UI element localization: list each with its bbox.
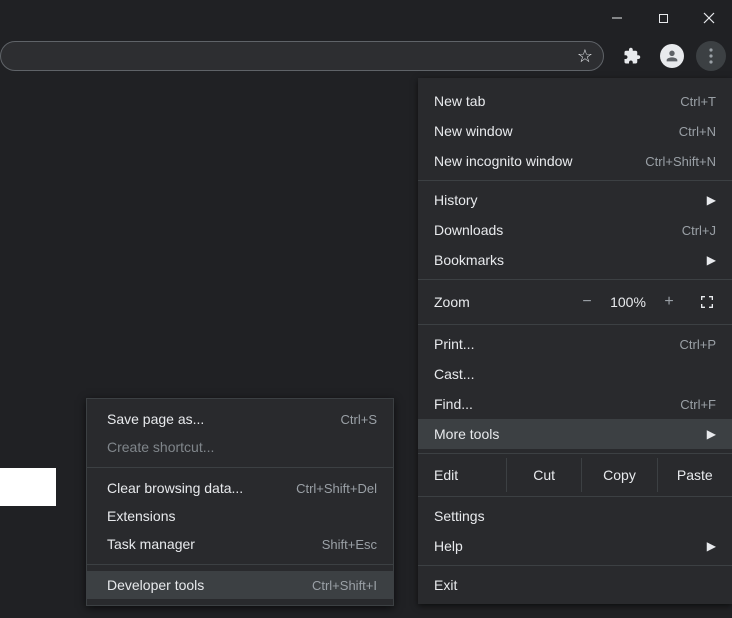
menu-item-label: Print... (434, 336, 474, 352)
menu-item-label: Exit (434, 577, 457, 593)
menu-print[interactable]: Print... Ctrl+P (418, 329, 732, 359)
menu-find[interactable]: Find... Ctrl+F (418, 389, 732, 419)
menu-more-tools[interactable]: More tools ▶ (418, 419, 732, 449)
menu-item-shortcut: Ctrl+N (679, 124, 716, 139)
menu-exit[interactable]: Exit (418, 570, 732, 600)
menu-new-incognito[interactable]: New incognito window Ctrl+Shift+N (418, 146, 732, 176)
menu-zoom: Zoom − 100% + (418, 284, 732, 320)
zoom-in-button[interactable]: + (652, 287, 686, 317)
zoom-percentage: 100% (604, 294, 652, 310)
submenu-arrow-icon: ▶ (707, 253, 716, 267)
main-menu-button[interactable] (696, 41, 726, 71)
submenu-item-label: Clear browsing data... (107, 480, 243, 496)
menu-item-label: Find... (434, 396, 473, 412)
zoom-out-button[interactable]: − (570, 287, 604, 317)
menu-settings[interactable]: Settings (418, 501, 732, 531)
menu-item-label: Help (434, 538, 463, 554)
submenu-item-shortcut: Ctrl+S (341, 412, 377, 427)
menu-item-shortcut: Ctrl+J (682, 223, 716, 238)
menu-downloads[interactable]: Downloads Ctrl+J (418, 215, 732, 245)
minimize-button[interactable] (594, 0, 640, 36)
menu-cast[interactable]: Cast... (418, 359, 732, 389)
submenu-item-label: Create shortcut... (107, 439, 214, 455)
submenu-item-shortcut: Ctrl+Shift+I (312, 578, 377, 593)
white-decoration (0, 468, 56, 506)
avatar-icon (660, 44, 684, 68)
close-icon (703, 12, 715, 24)
maximize-icon (658, 13, 669, 24)
submenu-arrow-icon: ▶ (707, 193, 716, 207)
minimize-icon (611, 12, 623, 24)
close-button[interactable] (686, 0, 732, 36)
browser-toolbar: ☆ (0, 36, 732, 76)
submenu-arrow-icon: ▶ (707, 539, 716, 553)
submenu-save-page[interactable]: Save page as... Ctrl+S (87, 405, 393, 433)
fullscreen-icon (699, 294, 715, 310)
kebab-icon (709, 48, 713, 64)
submenu-item-label: Save page as... (107, 411, 204, 427)
star-icon[interactable]: ☆ (577, 46, 593, 67)
menu-item-label: New window (434, 123, 513, 139)
submenu-developer-tools[interactable]: Developer tools Ctrl+Shift+I (87, 571, 393, 599)
submenu-item-label: Task manager (107, 536, 195, 552)
copy-button[interactable]: Copy (581, 458, 656, 492)
submenu-extensions[interactable]: Extensions (87, 502, 393, 530)
main-menu: New tab Ctrl+T New window Ctrl+N New inc… (418, 78, 732, 604)
puzzle-icon (623, 47, 641, 65)
paste-button[interactable]: Paste (657, 458, 732, 492)
submenu-clear-browsing-data[interactable]: Clear browsing data... Ctrl+Shift+Del (87, 474, 393, 502)
submenu-item-shortcut: Ctrl+Shift+Del (296, 481, 377, 496)
submenu-item-label: Developer tools (107, 577, 204, 593)
zoom-label: Zoom (434, 294, 470, 310)
menu-edit: Edit Cut Copy Paste (418, 458, 732, 492)
menu-item-label: More tools (434, 426, 499, 442)
menu-item-shortcut: Ctrl+T (680, 94, 716, 109)
menu-item-label: New tab (434, 93, 485, 109)
menu-item-label: Settings (434, 508, 485, 524)
maximize-button[interactable] (640, 0, 686, 36)
edit-label: Edit (434, 467, 506, 483)
menu-item-shortcut: Ctrl+Shift+N (645, 154, 716, 169)
menu-item-label: Cast... (434, 366, 474, 382)
submenu-item-shortcut: Shift+Esc (322, 537, 377, 552)
window-titlebar (0, 0, 732, 36)
menu-item-label: New incognito window (434, 153, 573, 169)
menu-item-label: History (434, 192, 478, 208)
menu-new-window[interactable]: New window Ctrl+N (418, 116, 732, 146)
address-bar[interactable]: ☆ (0, 41, 604, 71)
fullscreen-button[interactable] (690, 287, 724, 317)
submenu-task-manager[interactable]: Task manager Shift+Esc (87, 530, 393, 558)
cut-button[interactable]: Cut (506, 458, 581, 492)
submenu-item-label: Extensions (107, 508, 175, 524)
menu-bookmarks[interactable]: Bookmarks ▶ (418, 245, 732, 275)
menu-history[interactable]: History ▶ (418, 185, 732, 215)
menu-item-label: Bookmarks (434, 252, 504, 268)
more-tools-submenu: Save page as... Ctrl+S Create shortcut..… (86, 398, 394, 606)
submenu-arrow-icon: ▶ (707, 427, 716, 441)
extensions-button[interactable] (616, 40, 648, 72)
menu-item-shortcut: Ctrl+P (680, 337, 716, 352)
menu-item-label: Downloads (434, 222, 503, 238)
menu-help[interactable]: Help ▶ (418, 531, 732, 561)
menu-new-tab[interactable]: New tab Ctrl+T (418, 86, 732, 116)
submenu-create-shortcut: Create shortcut... (87, 433, 393, 461)
menu-item-shortcut: Ctrl+F (680, 397, 716, 412)
profile-button[interactable] (656, 40, 688, 72)
